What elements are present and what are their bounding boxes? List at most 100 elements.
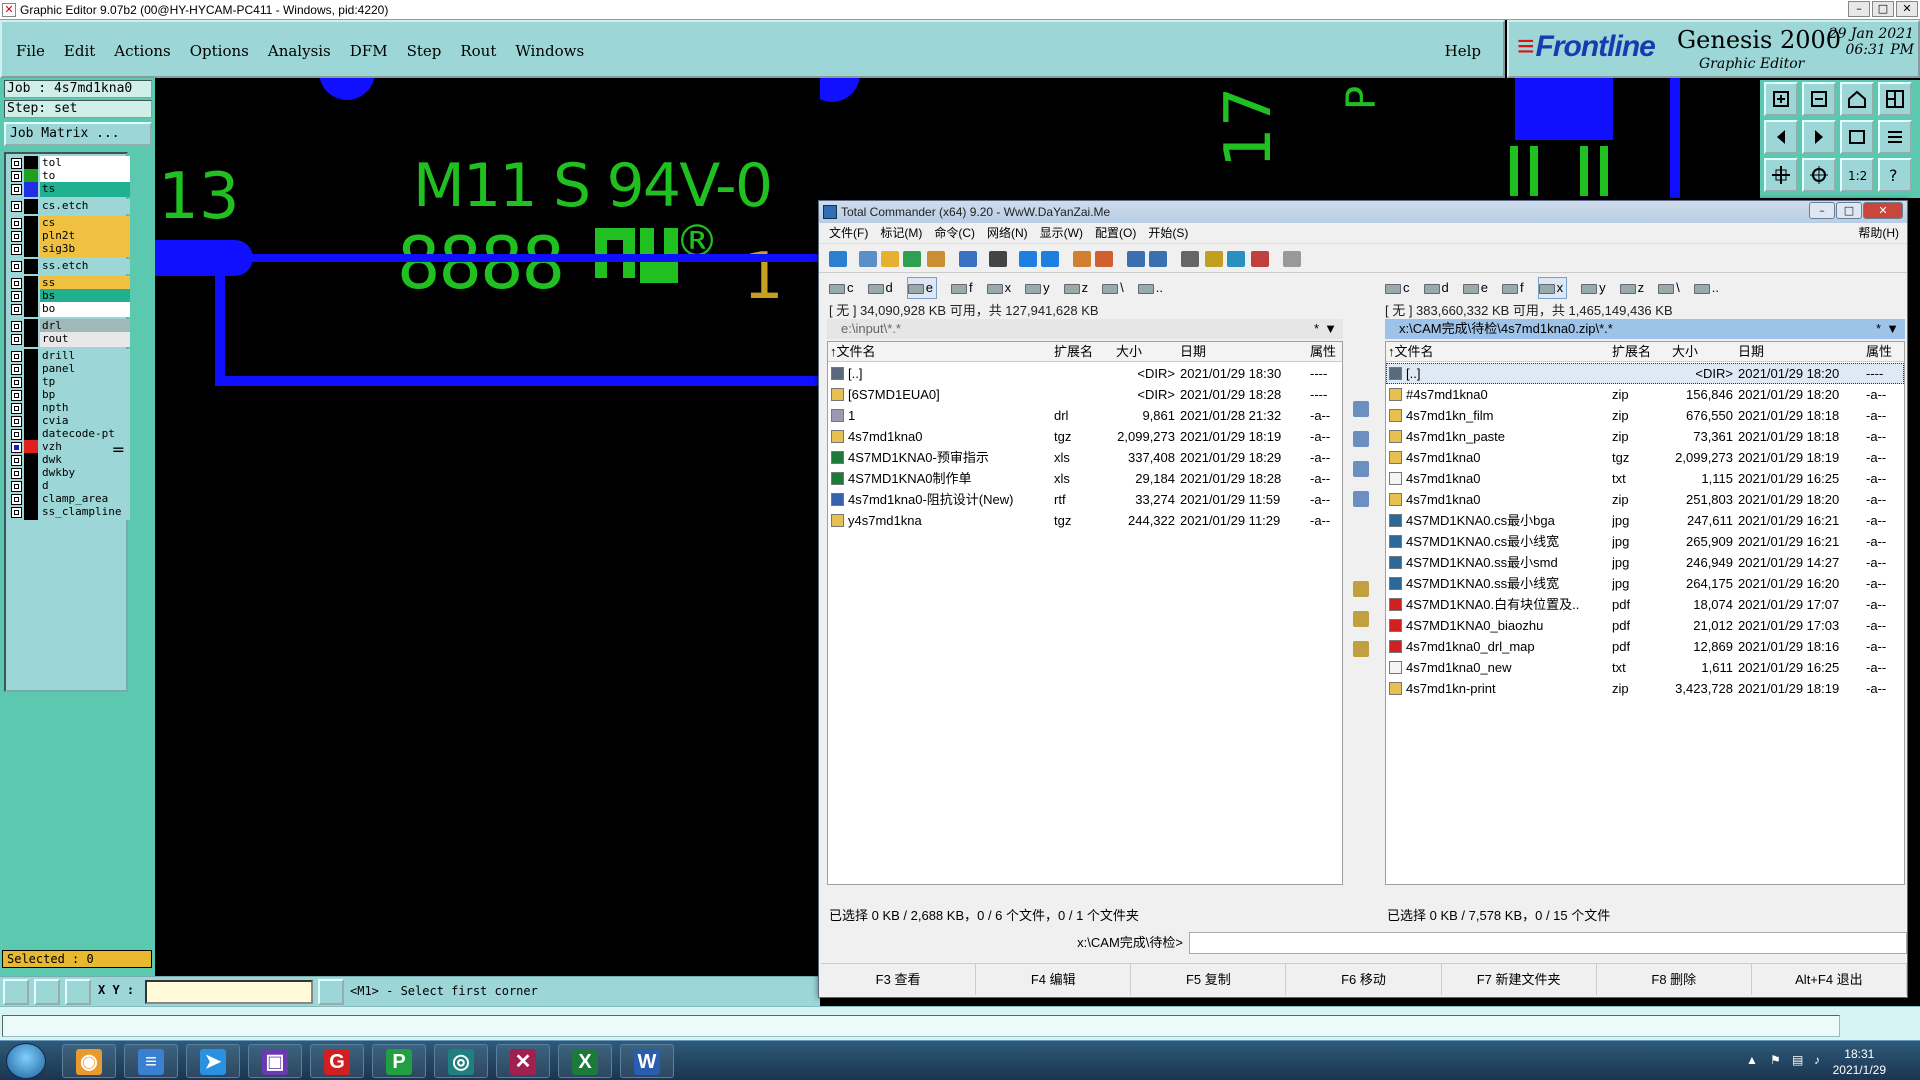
layer-checkbox[interactable] — [11, 468, 22, 479]
layer-checkbox[interactable] — [11, 291, 22, 302]
column-header[interactable]: 属性 — [1310, 342, 1336, 362]
drive-d[interactable]: d — [867, 278, 893, 298]
layer-checkbox[interactable] — [11, 429, 22, 440]
tc-menu-item[interactable]: 命令(C) — [934, 226, 975, 240]
graphic-canvas[interactable]: -13 M11 S 94V-0 8888 ® 1 — [155, 78, 820, 976]
drive-z[interactable]: z — [1063, 278, 1088, 298]
drive-x[interactable]: x — [1537, 277, 1568, 299]
fkey-button[interactable]: Alt+F4 退出 — [1752, 964, 1907, 995]
tool-redraw-icon[interactable] — [1840, 120, 1874, 154]
layer-checkbox[interactable] — [11, 171, 22, 182]
tc-middle-button-icon[interactable] — [1353, 491, 1369, 507]
drive-\[interactable]: \ — [1658, 278, 1680, 298]
tc-close-button[interactable]: ✕ — [1863, 202, 1903, 219]
tc-toolbar-button-icon[interactable] — [1019, 251, 1037, 267]
drive-..[interactable]: .. — [1693, 278, 1719, 298]
tc-menu-item[interactable]: 开始(S) — [1148, 226, 1188, 240]
taskbar-app-notepad[interactable]: ≡ — [124, 1044, 178, 1078]
file-row[interactable]: 4s7md1kna0_drl_map pdf 12,869 2021/01/29 18… — [1386, 636, 1904, 657]
file-row[interactable]: 4S7MD1KNA0_biaozhu pdf 21,012 2021/01/29 17… — [1386, 615, 1904, 636]
tc-toolbar-button-icon[interactable] — [1181, 251, 1199, 267]
layer-row-bo[interactable]: bo — [8, 302, 130, 317]
layer-checkbox[interactable] — [11, 244, 22, 255]
layer-checkbox[interactable] — [11, 364, 22, 375]
tool-center-icon[interactable] — [1802, 158, 1836, 192]
tc-minimize-button[interactable]: – — [1809, 202, 1835, 219]
tc-middle-button-icon[interactable] — [1353, 401, 1369, 417]
tc-middle-button-icon[interactable] — [1353, 641, 1369, 657]
layer-checkbox[interactable] — [11, 304, 22, 315]
file-row[interactable]: [..] <DIR> 2021/01/29 18:30 ---- — [828, 363, 1342, 384]
menu-analysis[interactable]: Analysis — [268, 42, 331, 60]
fkey-button[interactable]: F8 删除 — [1597, 964, 1752, 995]
layer-row-ss.etch[interactable]: ss.etch — [8, 259, 130, 274]
layer-checkbox[interactable] — [11, 507, 22, 518]
tc-toolbar-button-icon[interactable] — [1227, 251, 1245, 267]
column-header[interactable]: 属性 — [1866, 342, 1892, 362]
drive-y[interactable]: y — [1025, 278, 1050, 298]
tc-toolbar-button-icon[interactable] — [903, 251, 921, 267]
layer-checkbox[interactable] — [11, 201, 22, 212]
tool-scale-icon[interactable]: 1:2 — [1840, 158, 1874, 192]
drive-y[interactable]: y — [1581, 278, 1606, 298]
layer-checkbox[interactable] — [11, 231, 22, 242]
layer-checkbox[interactable] — [11, 377, 22, 388]
tool-zoom-out-icon[interactable] — [1802, 82, 1836, 116]
tray-network-icon[interactable]: ▤ — [1792, 1053, 1803, 1067]
menu-actions[interactable]: Actions — [114, 42, 170, 60]
layer-checkbox[interactable] — [11, 494, 22, 505]
menu-options[interactable]: Options — [190, 42, 249, 60]
drive-f[interactable]: f — [950, 278, 973, 298]
file-row[interactable]: 1 drl 9,861 2021/01/28 21:32 -a-- — [828, 405, 1342, 426]
tray-clock[interactable]: 18:31 2021/1/29 — [1833, 1046, 1886, 1078]
cmd-input[interactable] — [1189, 932, 1907, 954]
tc-menu-item[interactable]: 文件(F) — [829, 226, 868, 240]
file-row[interactable]: 4s7md1kna0_new txt 1,611 2021/01/29 16:25 -a… — [1386, 657, 1904, 678]
layer-checkbox[interactable] — [11, 442, 22, 453]
drive-e[interactable]: e — [906, 277, 937, 299]
menu-edit[interactable]: Edit — [64, 42, 95, 60]
tool-fit-icon[interactable] — [1764, 158, 1798, 192]
layer-row-cs.etch[interactable]: cs.etch — [8, 199, 130, 214]
file-row[interactable]: 4S7MD1KNA0.ss最小smd jpg 246,949 2021/01/29 1… — [1386, 552, 1904, 573]
menu-rout[interactable]: Rout — [460, 42, 496, 60]
graphic-canvas-right[interactable]: 17 P — [820, 78, 1835, 198]
tc-help-menu[interactable]: 帮助(H) — [1858, 223, 1899, 243]
tool-help-icon[interactable]: ? — [1878, 158, 1912, 192]
layer-checkbox[interactable] — [11, 403, 22, 414]
right-file-panel[interactable]: ↑文件名 扩展名 大小 日期 属性 [..] <DIR> 2021/01/29 18:20 --… — [1385, 341, 1905, 885]
file-row[interactable]: 4S7MD1KNA0-预审指示 xls 337,408 2021/01/29 18:2… — [828, 447, 1342, 468]
maximize-button[interactable]: □ — [1872, 1, 1894, 17]
layer-row-ss_clampline[interactable]: ss_clampline — [8, 505, 130, 520]
file-row[interactable]: 4s7md1kna0 tgz 2,099,273 2021/01/29 18:19 -a… — [828, 426, 1342, 447]
fkey-button[interactable]: F7 新建文件夹 — [1442, 964, 1597, 995]
taskbar-app-save[interactable]: ▣ — [248, 1044, 302, 1078]
tc-menu-item[interactable]: 标记(M) — [880, 226, 922, 240]
drive-\[interactable]: \ — [1102, 278, 1124, 298]
taskbar-app-browser[interactable]: ◉ — [62, 1044, 116, 1078]
taskbar-app-messenger[interactable]: ➤ — [186, 1044, 240, 1078]
layer-checkbox[interactable] — [11, 278, 22, 289]
file-row[interactable]: 4s7md1kna0-阻抗设计(New) rtf 33,274 2021/01/29 … — [828, 489, 1342, 510]
layer-checkbox[interactable] — [11, 455, 22, 466]
tc-toolbar-button-icon[interactable] — [1073, 251, 1091, 267]
left-history-dropdown-icon[interactable]: ▼ — [1324, 319, 1337, 339]
taskbar-app-word[interactable]: W — [620, 1044, 674, 1078]
drive-x[interactable]: x — [986, 278, 1011, 298]
tray-volume-icon[interactable]: ♪ — [1814, 1053, 1820, 1067]
column-header[interactable]: ↑文件名 — [1388, 342, 1434, 362]
xy-input[interactable] — [145, 980, 313, 1004]
taskbar-app-genesis[interactable]: ✕ — [496, 1044, 550, 1078]
file-row[interactable]: 4S7MD1KNA0.白有块位置及.. pdf 18,074 2021/01/29 1… — [1386, 594, 1904, 615]
taskbar-app-app-g[interactable]: G — [310, 1044, 364, 1078]
tc-toolbar-button-icon[interactable] — [1283, 251, 1301, 267]
tc-middle-button-icon[interactable] — [1353, 431, 1369, 447]
start-button[interactable] — [6, 1043, 46, 1079]
file-row[interactable]: 4S7MD1KNA0.cs最小bga jpg 247,611 2021/01/29 1… — [1386, 510, 1904, 531]
layer-row-sig3b[interactable]: sig3b — [8, 242, 130, 257]
tc-toolbar-button-icon[interactable] — [1149, 251, 1167, 267]
file-row[interactable]: [6S7MD1EUA0] <DIR> 2021/01/29 18:28 ---- — [828, 384, 1342, 405]
menu-windows[interactable]: Windows — [515, 42, 584, 60]
layer-checkbox[interactable] — [11, 158, 22, 169]
column-header[interactable]: 日期 — [1738, 342, 1764, 362]
